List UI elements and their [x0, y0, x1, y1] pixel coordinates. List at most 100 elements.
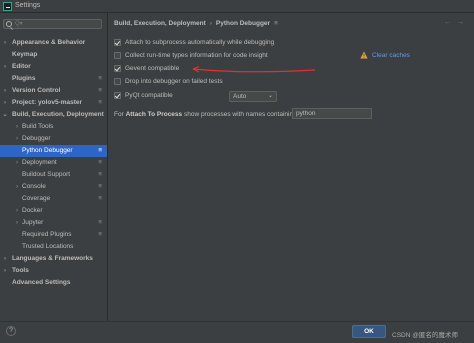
dialog-footer: ? OK CSDN @匿名的魔术师	[0, 321, 474, 343]
attach-suffix: show processes with names containing:	[182, 111, 299, 118]
attach-emphasis: Attach To Process	[125, 111, 183, 118]
sidebar-item-buildout-support[interactable]: Buildout Support ≡	[0, 169, 107, 181]
sidebar-item-plugins[interactable]: Plugins ≡	[0, 73, 107, 85]
history-navigation: ←→	[444, 19, 470, 26]
chevron-right-icon[interactable]: ›	[14, 205, 20, 217]
sidebar-item-project-yolov5-master[interactable]: › Project: yolov5-master ≡	[0, 97, 107, 109]
sidebar-item-label: Debugger	[22, 135, 51, 142]
attach-process-label: For Attach To Process show processes wit…	[114, 110, 299, 120]
sidebar-item-jupyter[interactable]: › Jupyter ≡	[0, 217, 107, 229]
project-scope-icon: ≡	[98, 183, 102, 190]
pycharm-app-icon	[3, 2, 12, 11]
sidebar-item-label: Tools	[12, 267, 29, 274]
sidebar-item-label: Keymap	[12, 51, 38, 58]
sidebar-item-required-plugins[interactable]: Required Plugins ≡	[0, 229, 107, 241]
clear-caches-link[interactable]: Clear caches	[372, 51, 410, 60]
sidebar-item-trusted-locations[interactable]: Trusted Locations	[0, 241, 107, 253]
sidebar-item-tools[interactable]: › Tools	[0, 265, 107, 277]
chevron-right-icon[interactable]: ›	[14, 157, 20, 169]
sidebar-item-label: Deployment	[22, 159, 57, 166]
forward-arrow-icon[interactable]: →	[457, 19, 470, 26]
pyqt-mode-select[interactable]: Auto ⌄	[229, 91, 277, 102]
sidebar-item-label: Version Control	[12, 87, 61, 94]
option-label: PyQt compatible	[125, 92, 173, 99]
option-label: Drop into debugger on failed tests	[125, 78, 223, 85]
sidebar-item-label: Advanced Settings	[12, 279, 71, 286]
checkbox-pyqt-compatible[interactable]	[114, 92, 121, 99]
settings-search[interactable]	[3, 19, 102, 29]
project-scope-icon: ≡	[98, 87, 102, 94]
attach-process-filter-input[interactable]: python	[292, 108, 372, 119]
chevron-right-icon[interactable]: ›	[14, 217, 20, 229]
sidebar-item-label: Plugins	[12, 75, 36, 82]
sidebar-item-label: Docker	[22, 207, 43, 214]
sidebar-item-console[interactable]: › Console ≡	[0, 181, 107, 193]
help-button[interactable]: ?	[6, 326, 16, 336]
breadcrumb: Build, Execution, Deployment › Python Debu…	[114, 19, 278, 29]
sidebar-item-advanced-settings[interactable]: Advanced Settings	[0, 277, 107, 289]
chevron-right-icon[interactable]: ›	[14, 181, 20, 193]
sidebar-item-python-debugger[interactable]: Python Debugger ≡	[0, 145, 107, 157]
sidebar-item-build-tools[interactable]: › Build Tools	[0, 121, 107, 133]
project-scope-icon: ≡	[98, 75, 102, 82]
sidebar-item-languages-frameworks[interactable]: › Languages & Frameworks	[0, 253, 107, 265]
title-bar: Settings	[0, 0, 474, 13]
sidebar-item-label: Project: yolov5-master	[12, 99, 83, 106]
sidebar-item-label: Trusted Locations	[22, 243, 74, 250]
project-scope-icon: ≡	[98, 147, 102, 154]
sidebar-item-debugger[interactable]: › Debugger	[0, 133, 107, 145]
breadcrumb-separator-icon: ›	[209, 20, 212, 27]
checkbox-drop-into-debugger[interactable]	[114, 78, 121, 85]
sidebar-item-keymap[interactable]: Keymap	[0, 49, 107, 61]
pyqt-mode-value: Auto	[233, 93, 247, 100]
sidebar-item-label: Build, Execution, Deployment	[12, 111, 104, 118]
breadcrumb-current: Python Debugger	[215, 20, 271, 27]
settings-content: Build, Execution, Deployment › Python Debu…	[108, 13, 474, 321]
back-arrow-icon[interactable]: ←	[444, 19, 457, 26]
sidebar-item-label: Build Tools	[22, 123, 54, 130]
chevron-down-icon[interactable]: ⌄	[2, 109, 8, 121]
checkbox-attach-subprocess[interactable]	[114, 39, 121, 46]
checkbox-collect-runtime-types[interactable]	[114, 52, 121, 59]
sidebar-item-appearance-behavior[interactable]: › Appearance & Behavior	[0, 37, 107, 49]
sidebar-item-label: Jupyter	[22, 219, 44, 226]
sidebar-item-docker[interactable]: › Docker	[0, 205, 107, 217]
chevron-right-icon[interactable]: ›	[14, 133, 20, 145]
sidebar-item-label: Console	[22, 183, 46, 190]
sidebar-item-deployment[interactable]: › Deployment ≡	[0, 157, 107, 169]
sidebar-item-label: Coverage	[22, 195, 51, 202]
settings-sidebar: › Appearance & Behavior Keymap › Editor Plugi…	[0, 13, 108, 321]
sidebar-item-label: Buildout Support	[22, 171, 71, 178]
option-label: Gevent compatible	[125, 65, 180, 72]
checkbox-gevent-compatible[interactable]	[114, 65, 121, 72]
chevron-right-icon[interactable]: ›	[2, 265, 8, 277]
window-title: Settings	[15, 2, 41, 9]
option-label: Collect run-time types information for c…	[125, 52, 268, 59]
sidebar-item-label: Editor	[12, 63, 31, 70]
sidebar-item-editor[interactable]: › Editor	[0, 61, 107, 73]
project-scope-icon: ≡	[98, 195, 102, 202]
option-label: Attach to subprocess automatically while…	[125, 39, 275, 46]
sidebar-item-label: Languages & Frameworks	[12, 255, 93, 262]
sidebar-item-version-control[interactable]: › Version Control ≡	[0, 85, 107, 97]
sidebar-item-coverage[interactable]: Coverage ≡	[0, 193, 107, 205]
chevron-right-icon[interactable]: ›	[2, 253, 8, 265]
chevron-right-icon[interactable]: ›	[2, 61, 8, 73]
warning-icon	[360, 51, 368, 59]
search-icon	[6, 21, 12, 27]
breadcrumb-parent[interactable]: Build, Execution, Deployment	[114, 20, 206, 27]
watermark-text: CSDN @匿名的魔术师	[392, 332, 458, 339]
sidebar-item-label: Python Debugger	[22, 147, 73, 154]
chevron-down-icon: ⌄	[267, 93, 273, 99]
chevron-right-icon[interactable]: ›	[2, 37, 8, 49]
search-input[interactable]	[15, 20, 99, 28]
sidebar-item-build-execution-deployment[interactable]: ⌄ Build, Execution, Deployment	[0, 109, 107, 121]
chevron-right-icon[interactable]: ›	[2, 85, 8, 97]
project-scope-icon: ≡	[98, 99, 102, 106]
ok-button[interactable]: OK	[352, 325, 386, 338]
chevron-right-icon[interactable]: ›	[14, 121, 20, 133]
project-scope-icon: ≡	[274, 20, 278, 27]
sidebar-item-label: Required Plugins	[22, 231, 72, 238]
chevron-right-icon[interactable]: ›	[2, 97, 8, 109]
attach-prefix: For	[114, 111, 126, 118]
